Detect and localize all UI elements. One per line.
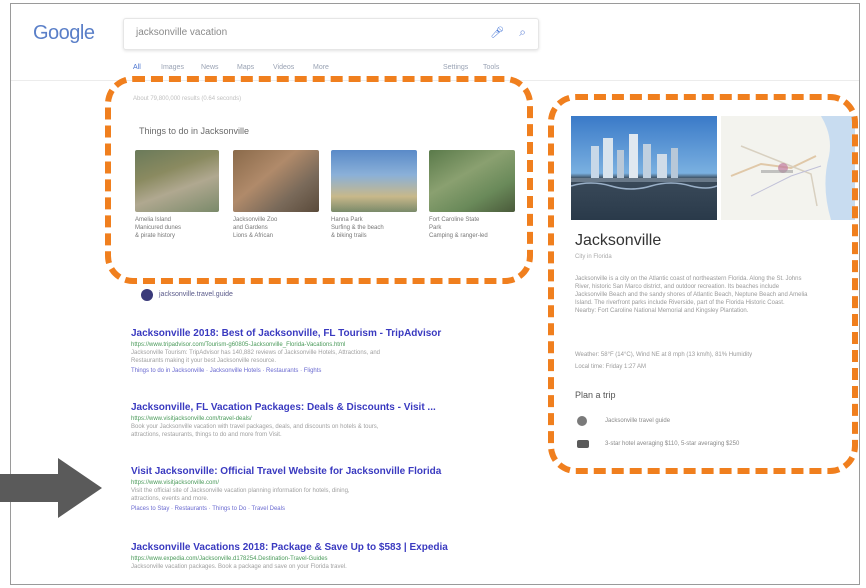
result-title-2[interactable]: Jacksonville, FL Vacation Packages: Deal…: [131, 402, 436, 413]
search-icon[interactable]: ⌕: [519, 25, 526, 40]
highlight-things-to-do: [105, 76, 533, 284]
result-title-3[interactable]: Visit Jacksonville: Official Travel Webs…: [131, 466, 441, 477]
microphone-icon[interactable]: 🎤︎: [490, 26, 504, 39]
search-query[interactable]: jacksonville vacation: [136, 27, 227, 38]
result-snippet-1b: Restaurants making it your best Jacksonv…: [131, 358, 277, 364]
result-url-3[interactable]: https://www.visitjacksonville.com/: [131, 480, 219, 486]
search-box[interactable]: jacksonville vacation 🎤︎ ⌕: [123, 18, 539, 50]
favicon-link[interactable]: jacksonville.travel.guide: [159, 291, 233, 298]
result-snippet-1a: Jacksonville Tourism: TripAdvisor has 14…: [131, 350, 381, 356]
result-title-4[interactable]: Jacksonville Vacations 2018: Package & S…: [131, 542, 448, 553]
tab-news[interactable]: News: [201, 64, 219, 71]
result-snippet-2b: attractions, restaurants, things to do a…: [131, 432, 282, 438]
tab-videos[interactable]: Videos: [273, 64, 294, 71]
result-snippet-2a: Book your Jacksonville vacation with tra…: [131, 424, 379, 430]
tab-maps[interactable]: Maps: [237, 64, 254, 71]
google-logo[interactable]: Google: [33, 22, 95, 45]
result-url-2[interactable]: https://www.visitjacksonville.com/travel…: [131, 416, 252, 422]
tab-settings[interactable]: Settings: [443, 64, 468, 71]
tab-images[interactable]: Images: [161, 64, 184, 71]
result-title-1[interactable]: Jacksonville 2018: Best of Jacksonville,…: [131, 328, 441, 339]
result-url-4[interactable]: https://www.expedia.com/Jacksonville.d17…: [131, 556, 328, 562]
highlight-knowledge-panel: [548, 94, 858, 474]
tab-more[interactable]: More: [313, 64, 329, 71]
result-sitelinks-3[interactable]: Places to Stay · Restaurants · Things to…: [131, 506, 285, 512]
result-sitelinks-1[interactable]: Things to do in Jacksonville · Jacksonvi…: [131, 368, 321, 374]
browser-frame: Google jacksonville vacation 🎤︎ ⌕ All Im…: [10, 3, 860, 585]
result-snippet-3a: Visit the official site of Jacksonville …: [131, 488, 350, 494]
result-snippet-3b: attractions, events and more.: [131, 496, 209, 502]
pointer-arrow: [0, 458, 102, 518]
tab-all[interactable]: All: [133, 64, 141, 71]
result-url-1[interactable]: https://www.tripadvisor.com/Tourism-g608…: [131, 342, 345, 348]
tab-tools[interactable]: Tools: [483, 64, 499, 71]
result-snippet-4a: Jacksonville vacation packages. Book a p…: [131, 564, 347, 570]
favicon-icon: [141, 289, 153, 301]
